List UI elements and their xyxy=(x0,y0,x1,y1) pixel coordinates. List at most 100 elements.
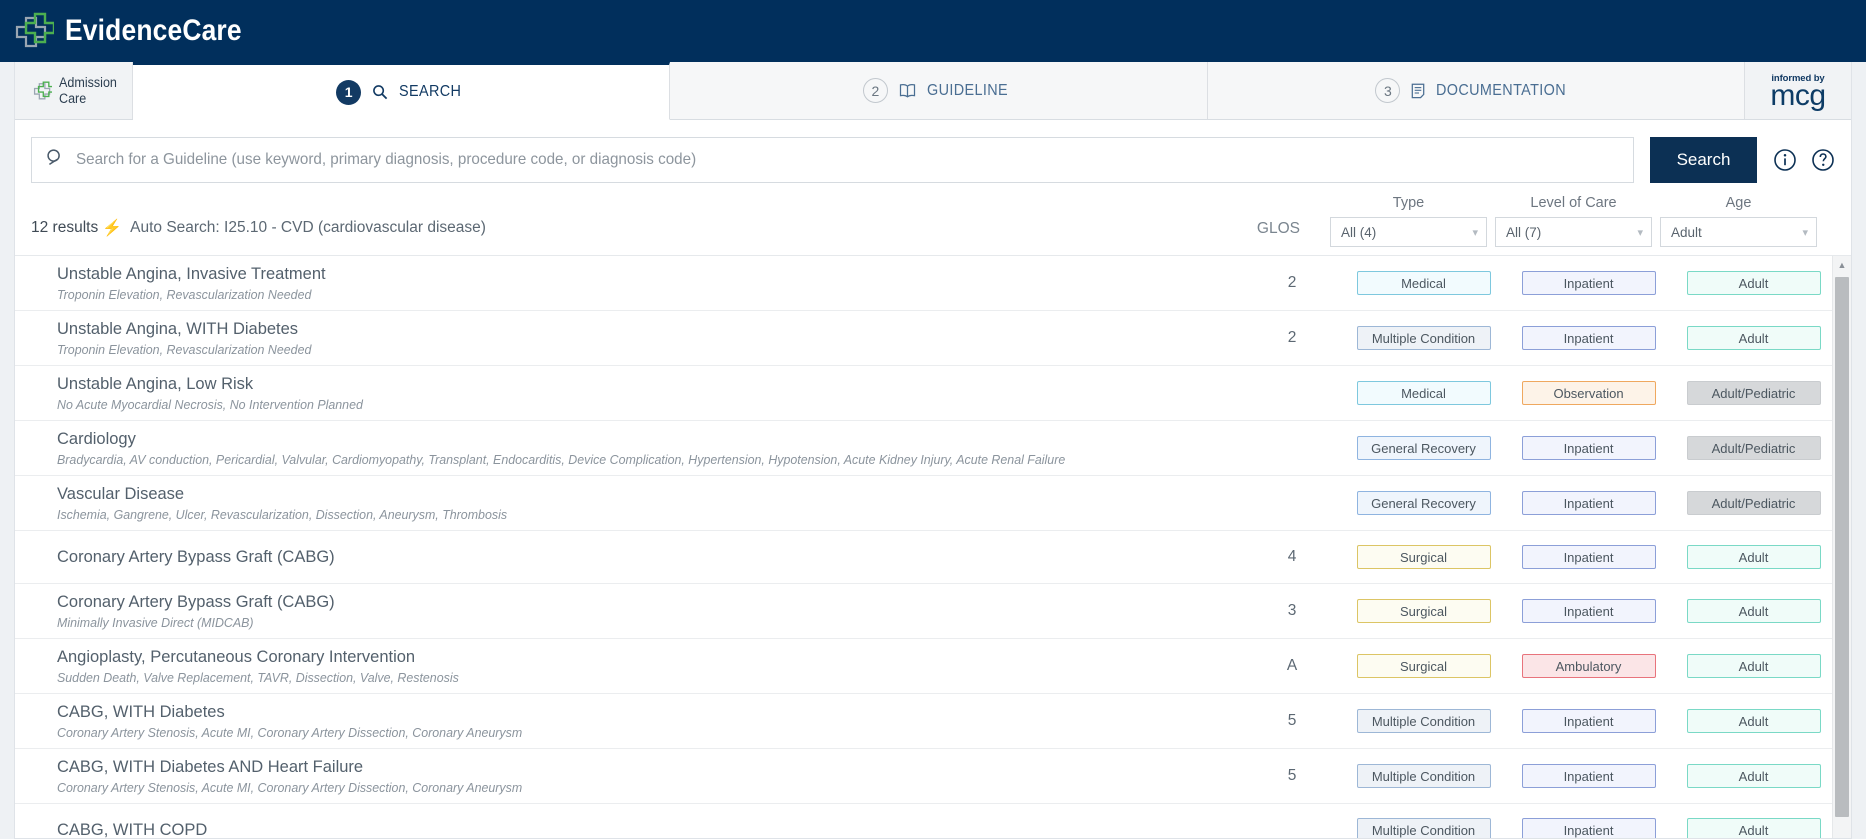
result-type-badge[interactable]: Multiple Condition xyxy=(1356,709,1491,734)
result-glos: 3 xyxy=(1287,602,1297,620)
filter-age-select[interactable]: Adult ▾ xyxy=(1660,217,1817,247)
result-subtitle: Troponin Elevation, Revascularization Ne… xyxy=(57,286,312,302)
info-circle-icon[interactable] xyxy=(1773,148,1797,172)
filter-level-of-care-select[interactable]: All (7) ▾ xyxy=(1495,217,1652,247)
result-subtitle: Coronary Artery Stenosis, Acute MI, Coro… xyxy=(57,779,523,795)
tab-documentation[interactable]: 3 DOCUMENTATION xyxy=(1207,62,1745,119)
result-level-badge-cell: Inpatient xyxy=(1510,491,1667,516)
search-input-wrapper[interactable]: Search for a Guideline (use keyword, pri… xyxy=(31,137,1634,183)
caret-up-icon[interactable]: ▲ xyxy=(1833,256,1851,273)
table-row[interactable]: Coronary Artery Bypass Graft (CABG) 4 Surg… xyxy=(15,531,1832,585)
result-age-badge[interactable]: Adult/Pediatric xyxy=(1686,436,1821,461)
result-type-badge[interactable]: Surgical xyxy=(1356,545,1491,570)
result-glos: A xyxy=(1286,657,1298,675)
result-type-badge[interactable]: Multiple Condition xyxy=(1356,764,1491,789)
result-age-badge-cell: Adult xyxy=(1675,545,1832,570)
question-circle-icon[interactable] xyxy=(1811,148,1835,172)
result-age-badge[interactable]: Adult xyxy=(1686,818,1821,838)
result-age-badge-cell: Adult/Pediatric xyxy=(1675,381,1832,406)
result-type-badge[interactable]: Medical xyxy=(1356,381,1491,406)
result-age-badge[interactable]: Adult/Pediatric xyxy=(1686,381,1821,406)
chevron-down-icon: ▾ xyxy=(1472,226,1478,239)
result-age-badge[interactable]: Adult/Pediatric xyxy=(1686,491,1821,516)
result-age-badge[interactable]: Adult xyxy=(1686,545,1821,570)
result-level-badge[interactable]: Ambulatory xyxy=(1521,654,1656,679)
result-level-badge[interactable]: Observation xyxy=(1521,381,1656,406)
search-button[interactable]: Search xyxy=(1650,137,1757,183)
result-age-badge[interactable]: Adult xyxy=(1686,764,1821,789)
result-level-badge[interactable]: Inpatient xyxy=(1521,764,1656,789)
results-count: 12 results xyxy=(31,219,99,236)
result-level-badge[interactable]: Inpatient xyxy=(1521,545,1656,570)
result-title: CABG, WITH COPD xyxy=(57,820,208,838)
result-title: Angioplasty, Percutaneous Coronary Inter… xyxy=(57,647,416,667)
result-type-badge-cell: Medical xyxy=(1345,271,1502,295)
result-type-badge[interactable]: Medical xyxy=(1356,271,1491,295)
tab-guideline[interactable]: 2 GUIDELINE xyxy=(670,62,1208,119)
tab-documentation-number: 3 xyxy=(1375,78,1401,103)
search-icon xyxy=(372,84,388,100)
tab-search[interactable]: 1 SEARCH xyxy=(133,62,671,120)
result-age-badge[interactable]: Adult xyxy=(1686,709,1821,734)
table-row[interactable]: Coronary Artery Bypass Graft (CABG) Minim… xyxy=(15,584,1832,640)
brand-logo[interactable]: EvidenceCare xyxy=(14,11,266,51)
result-type-badge[interactable]: Multiple Condition xyxy=(1356,818,1491,838)
result-level-badge[interactable]: Inpatient xyxy=(1521,818,1656,838)
result-age-badge[interactable]: Adult xyxy=(1686,654,1821,679)
result-level-badge-cell: Inpatient xyxy=(1510,326,1667,351)
result-text: Unstable Angina, Low Risk No Acute Myocar… xyxy=(57,366,1247,420)
tab-guideline-label: GUIDELINE xyxy=(926,81,1008,99)
result-age-badge[interactable]: Adult xyxy=(1686,326,1821,351)
result-text: Vascular Disease Ischemia, Gangrene, Ulce… xyxy=(57,476,1247,530)
result-age-badge-cell: Adult xyxy=(1675,818,1832,838)
search-icon xyxy=(46,148,65,172)
partner-logo-mcg: informed by mcg xyxy=(1744,62,1851,119)
table-row[interactable]: Vascular Disease Ischemia, Gangrene, Ulce… xyxy=(15,476,1832,532)
document-icon xyxy=(1411,83,1425,99)
result-level-badge[interactable]: Inpatient xyxy=(1521,491,1656,516)
filter-level-of-care-label: Level of Care xyxy=(1530,195,1617,211)
brand-name: EvidenceCare xyxy=(65,14,242,47)
partner-logo-name: mcg xyxy=(1770,78,1826,112)
result-glos: 2 xyxy=(1287,274,1297,291)
result-type-badge-cell: Multiple Condition xyxy=(1345,818,1502,838)
table-row[interactable]: Unstable Angina, Invasive Treatment Tropo… xyxy=(15,256,1832,312)
result-age-badge[interactable]: Adult xyxy=(1686,271,1821,295)
product-tab-label-line2: Care xyxy=(59,90,87,106)
filter-type-select[interactable]: All (4) ▾ xyxy=(1330,217,1487,247)
result-type-badge-cell: Surgical xyxy=(1345,545,1502,570)
result-level-badge[interactable]: Inpatient xyxy=(1521,326,1656,351)
result-age-badge[interactable]: Adult xyxy=(1686,599,1821,624)
search-input[interactable]: Search for a Guideline (use keyword, pri… xyxy=(76,151,696,169)
chevron-down-icon: ▾ xyxy=(1637,226,1643,239)
table-row[interactable]: Angioplasty, Percutaneous Coronary Inter… xyxy=(15,639,1832,695)
table-row[interactable]: Cardiology Bradycardia, AV conduction, Pe… xyxy=(15,421,1832,477)
product-tab-admission-care[interactable]: Admission Care xyxy=(15,62,133,119)
table-row[interactable]: CABG, WITH Diabetes AND Heart Failure Cor… xyxy=(15,749,1832,805)
result-type-badge-cell: Multiple Condition xyxy=(1345,326,1502,351)
result-type-badge-cell: Medical xyxy=(1345,381,1502,406)
result-type-badge[interactable]: Surgical xyxy=(1356,654,1491,679)
meta-filter-row: 12 results ⚡ Auto Search: I25.10 - CVD (… xyxy=(15,183,1851,255)
table-row[interactable]: CABG, WITH Diabetes Coronary Artery Steno… xyxy=(15,694,1832,750)
search-row: Search for a Guideline (use keyword, pri… xyxy=(15,120,1851,183)
result-level-badge[interactable]: Inpatient xyxy=(1521,436,1656,461)
result-text: Unstable Angina, WITH Diabetes Troponin E… xyxy=(57,311,1247,365)
table-row[interactable]: CABG, WITH COPD Multiple Condition Inpatie… xyxy=(15,804,1832,838)
result-type-badge[interactable]: General Recovery xyxy=(1356,491,1491,516)
result-type-badge[interactable]: General Recovery xyxy=(1356,436,1491,461)
table-row[interactable]: Unstable Angina, Low Risk No Acute Myocar… xyxy=(15,366,1832,422)
result-level-badge-cell: Inpatient xyxy=(1510,818,1667,838)
table-row[interactable]: Unstable Angina, WITH Diabetes Troponin E… xyxy=(15,311,1832,367)
scrollbar-thumb[interactable] xyxy=(1835,277,1849,817)
result-text: Coronary Artery Bypass Graft (CABG) Minim… xyxy=(57,584,1247,638)
results-scrollbar[interactable]: ▲ xyxy=(1832,256,1851,838)
filter-level-of-care-value: All (7) xyxy=(1506,224,1542,240)
result-level-badge[interactable]: Inpatient xyxy=(1521,599,1656,624)
result-type-badge[interactable]: Surgical xyxy=(1356,599,1491,624)
result-title: Cardiology xyxy=(57,429,136,449)
result-level-badge[interactable]: Inpatient xyxy=(1521,709,1656,734)
result-type-badge[interactable]: Multiple Condition xyxy=(1356,326,1491,351)
result-subtitle: Coronary Artery Stenosis, Acute MI, Coro… xyxy=(57,724,523,740)
result-level-badge[interactable]: Inpatient xyxy=(1521,271,1656,295)
